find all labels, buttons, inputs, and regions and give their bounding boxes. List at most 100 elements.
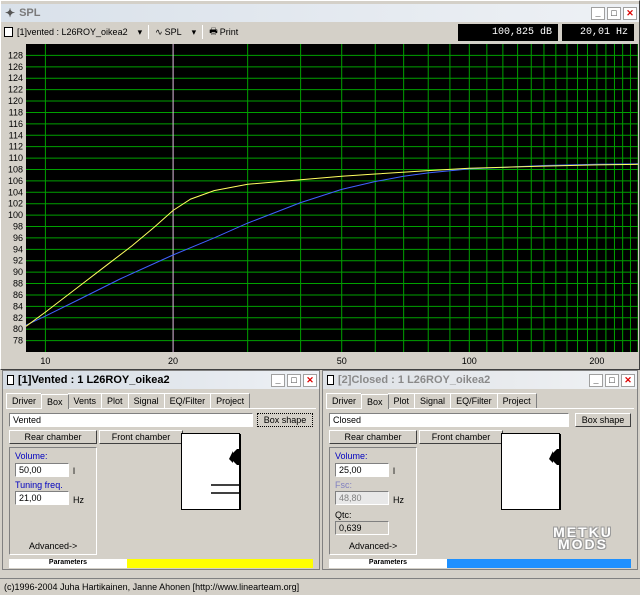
closed-title-bar[interactable]: [2]Closed : 1 L26ROY_oikea2 _ □ ✕: [323, 371, 637, 389]
rear-chamber-button[interactable]: Rear chamber: [9, 430, 97, 444]
box-selector-label: [1]vented : L26ROY_oikea2: [17, 27, 128, 37]
spl-chart[interactable]: 7880828486889092949698100102104106108110…: [2, 44, 638, 368]
params-label: Parameters: [329, 559, 447, 568]
y-tick-label: 124: [8, 73, 23, 83]
volume-label: Volume:: [335, 451, 368, 461]
y-tick-label: 96: [13, 233, 23, 243]
box-shape-button[interactable]: Box shape: [575, 413, 631, 427]
volume-input[interactable]: 50,00: [15, 463, 69, 477]
fsc-input: 48,80: [335, 491, 389, 505]
maximize-button[interactable]: □: [605, 373, 619, 387]
fsc-unit: Hz: [393, 495, 404, 505]
window-icon: [327, 375, 334, 385]
print-label: Print: [219, 27, 239, 37]
tab-plot[interactable]: Plot: [101, 393, 129, 408]
vented-params-bar[interactable]: Parameters: [9, 559, 313, 568]
toolbar-separator: [202, 25, 204, 39]
spl-title-bar[interactable]: ✦ SPL _ □ ✕: [1, 4, 639, 22]
x-tick-label: 50: [337, 356, 347, 366]
close-button[interactable]: ✕: [621, 373, 635, 387]
y-tick-label: 100: [8, 210, 23, 220]
closed-color-swatch: [447, 559, 631, 568]
tab-box[interactable]: Box: [41, 394, 69, 409]
y-tick-label: 104: [8, 187, 23, 197]
window-title: SPL: [19, 7, 41, 19]
rear-chamber-button[interactable]: Rear chamber: [329, 430, 417, 444]
plot-area: [26, 44, 638, 352]
advanced-button[interactable]: Advanced->: [29, 541, 77, 551]
tab-signal[interactable]: Signal: [127, 393, 165, 408]
hz-readout: 20,01 Hz: [562, 24, 634, 41]
box-shape-button[interactable]: Box shape: [257, 413, 313, 427]
save-icon: [4, 27, 13, 37]
front-chamber-button[interactable]: Front chamber: [419, 430, 503, 444]
fsc-label: Fsc:: [335, 480, 352, 490]
chevron-down-icon: ▾: [137, 26, 143, 37]
vented-color-swatch: [127, 559, 313, 568]
front-chamber-button[interactable]: Front chamber: [99, 430, 183, 444]
tab-box[interactable]: Box: [361, 394, 389, 409]
advanced-button[interactable]: Advanced->: [349, 541, 397, 551]
y-tick-label: 128: [8, 50, 23, 60]
vented-window-title: [1]Vented : 1 L26ROY_oikea2: [18, 374, 170, 386]
y-tick-label: 108: [8, 164, 23, 174]
tab-project[interactable]: Project: [210, 393, 251, 408]
minimize-button[interactable]: _: [271, 373, 285, 387]
y-tick-label: 122: [8, 85, 23, 95]
status-bar: (c)1996-2004 Juha Hartikainen, Janne Aho…: [0, 578, 640, 595]
y-tick-label: 82: [13, 313, 23, 323]
printer-icon: 🖶: [209, 26, 218, 36]
tab-project[interactable]: Project: [496, 393, 537, 408]
y-tick-label: 94: [13, 244, 23, 254]
y-tick-label: 118: [9, 107, 23, 117]
x-tick-label: 200: [589, 356, 604, 366]
maximize-button[interactable]: □: [287, 373, 301, 387]
volume-input[interactable]: 25,00: [335, 463, 389, 477]
vented-box-window: [1]Vented : 1 L26ROY_oikea2 _ □ ✕ Driver…: [2, 370, 320, 570]
close-button[interactable]: ✕: [623, 6, 637, 20]
tab-driver[interactable]: Driver: [6, 393, 42, 408]
y-tick-label: 112: [9, 142, 23, 152]
maximize-button[interactable]: □: [607, 6, 621, 20]
y-tick-label: 120: [8, 96, 23, 106]
tab-eqfilter[interactable]: EQ/Filter: [450, 393, 498, 408]
close-button[interactable]: ✕: [303, 373, 317, 387]
window-icon: [7, 375, 14, 385]
tab-signal[interactable]: Signal: [414, 393, 452, 408]
closed-params-bar[interactable]: Parameters: [329, 559, 631, 568]
y-tick-label: 90: [13, 267, 23, 277]
tab-eqfilter[interactable]: EQ/Filter: [163, 393, 212, 408]
tab-plot[interactable]: Plot: [387, 393, 416, 408]
wave-icon: ∿: [155, 26, 163, 37]
box-selector-dropdown[interactable]: [1]vented : L26ROY_oikea2 ▾: [0, 23, 146, 41]
tab-vents[interactable]: Vents: [67, 393, 103, 408]
volume-unit: l: [393, 466, 395, 476]
y-tick-label: 114: [9, 130, 23, 140]
box-type-field[interactable]: Vented: [9, 413, 253, 427]
chevron-down-icon: ▾: [191, 26, 197, 37]
vented-title-bar[interactable]: [1]Vented : 1 L26ROY_oikea2 _ □ ✕: [3, 371, 319, 389]
y-tick-label: 106: [8, 176, 23, 186]
y-tick-label: 126: [8, 62, 23, 72]
graph-type-label: SPL: [164, 27, 182, 37]
minimize-button[interactable]: _: [589, 373, 603, 387]
closed-window-title: [2]Closed : 1 L26ROY_oikea2: [338, 374, 491, 386]
box-shape-drawing: [501, 433, 561, 510]
y-tick-label: 88: [13, 279, 23, 289]
y-tick-label: 98: [13, 222, 23, 232]
x-tick-label: 100: [462, 356, 477, 366]
box-type-field[interactable]: Closed: [329, 413, 569, 427]
minimize-button[interactable]: _: [591, 6, 605, 20]
volume-unit: l: [73, 466, 75, 476]
print-button[interactable]: 🖶 Print: [205, 23, 242, 41]
y-tick-label: 102: [8, 199, 23, 209]
x-tick-label: 10: [40, 356, 50, 366]
y-tick-label: 84: [13, 301, 23, 311]
x-tick-label: 20: [168, 356, 178, 366]
graph-type-dropdown[interactable]: ∿ SPL ▾: [151, 23, 200, 41]
toolbar-separator: [148, 25, 150, 39]
closed-tabs: Driver Box Plot Signal EQ/Filter Project: [326, 393, 634, 409]
tuning-freq-input[interactable]: 21,00: [15, 491, 69, 505]
volume-label: Volume:: [15, 451, 48, 461]
tab-driver[interactable]: Driver: [326, 393, 362, 408]
